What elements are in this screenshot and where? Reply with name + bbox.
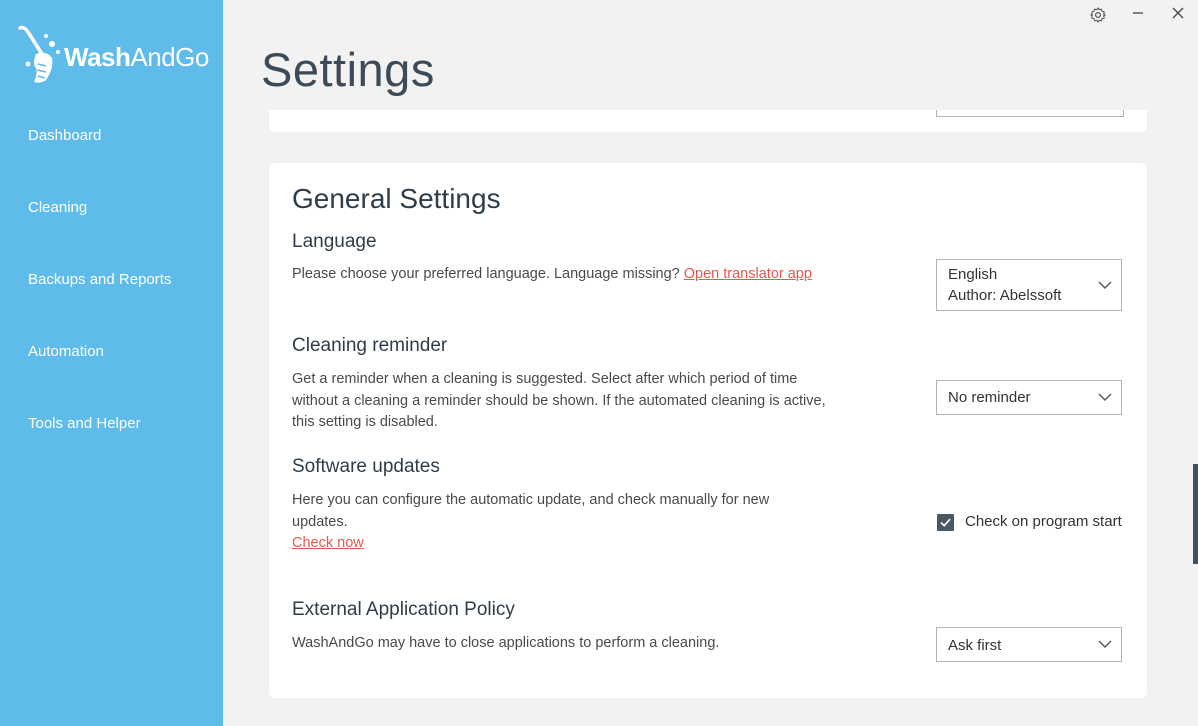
sidebar-item-automation[interactable]: Automation	[28, 343, 104, 360]
close-icon	[1172, 7, 1184, 19]
sidebar-item-tools-and-helper[interactable]: Tools and Helper	[28, 415, 141, 432]
chevron-down-icon	[1098, 640, 1112, 648]
scrollbar-thumb[interactable]	[1193, 464, 1198, 564]
sidebar-item-cleaning[interactable]: Cleaning	[28, 199, 87, 216]
checkmark-icon	[940, 518, 951, 527]
app-name: WashAndGo	[64, 42, 209, 72]
broom-icon	[18, 25, 60, 83]
language-select-value: English	[948, 266, 998, 283]
settings-scroll-area[interactable]: General Settings Language Please choose …	[223, 110, 1198, 726]
section-title: General Settings	[292, 183, 501, 214]
language-title: Language	[292, 231, 377, 252]
minimize-icon	[1133, 12, 1143, 14]
check-on-start-label: Check on program start	[965, 513, 1122, 530]
external-policy-description: WashAndGo may have to close applications…	[292, 635, 720, 651]
general-settings-card: General Settings Language Please choose …	[269, 163, 1147, 698]
app-logo: WashAndGo	[16, 24, 216, 88]
chevron-down-icon	[1098, 281, 1112, 289]
software-updates-description: Here you can configure the automatic upd…	[292, 492, 770, 551]
language-select-author: Author: Abelssoft	[948, 287, 1062, 304]
previous-dropdown[interactable]	[936, 110, 1124, 117]
page-title: Settings	[261, 43, 435, 96]
check-on-start-checkbox[interactable]	[937, 514, 954, 531]
cleaning-reminder-title: Cleaning reminder	[292, 335, 448, 356]
check-now-link[interactable]: Check now	[292, 535, 364, 551]
software-updates-title: Software updates	[292, 456, 440, 477]
sidebar: WashAndGo Dashboard Cleaning Backups and…	[0, 0, 223, 726]
gear-icon	[1090, 7, 1106, 23]
cleaning-reminder-select[interactable]: No reminder	[936, 380, 1122, 415]
open-translator-link[interactable]: Open translator app	[684, 266, 812, 282]
cleaning-reminder-select-value: No reminder	[948, 389, 1031, 406]
previous-settings-card	[269, 110, 1147, 132]
external-policy-select[interactable]: Ask first	[936, 627, 1122, 662]
sidebar-item-backups-and-reports[interactable]: Backups and Reports	[28, 271, 171, 288]
external-policy-select-value: Ask first	[948, 637, 1002, 654]
settings-button[interactable]	[1084, 4, 1112, 26]
cleaning-reminder-description: Get a reminder when a cleaning is sugges…	[292, 371, 826, 430]
close-button[interactable]	[1164, 4, 1192, 26]
external-policy-title: External Application Policy	[292, 599, 515, 620]
minimize-button[interactable]	[1124, 4, 1152, 26]
language-select[interactable]: English Author: Abelssoft	[936, 259, 1122, 311]
chevron-down-icon	[1098, 393, 1112, 401]
sidebar-item-dashboard[interactable]: Dashboard	[28, 127, 101, 144]
language-description: Please choose your preferred language. L…	[292, 266, 812, 282]
